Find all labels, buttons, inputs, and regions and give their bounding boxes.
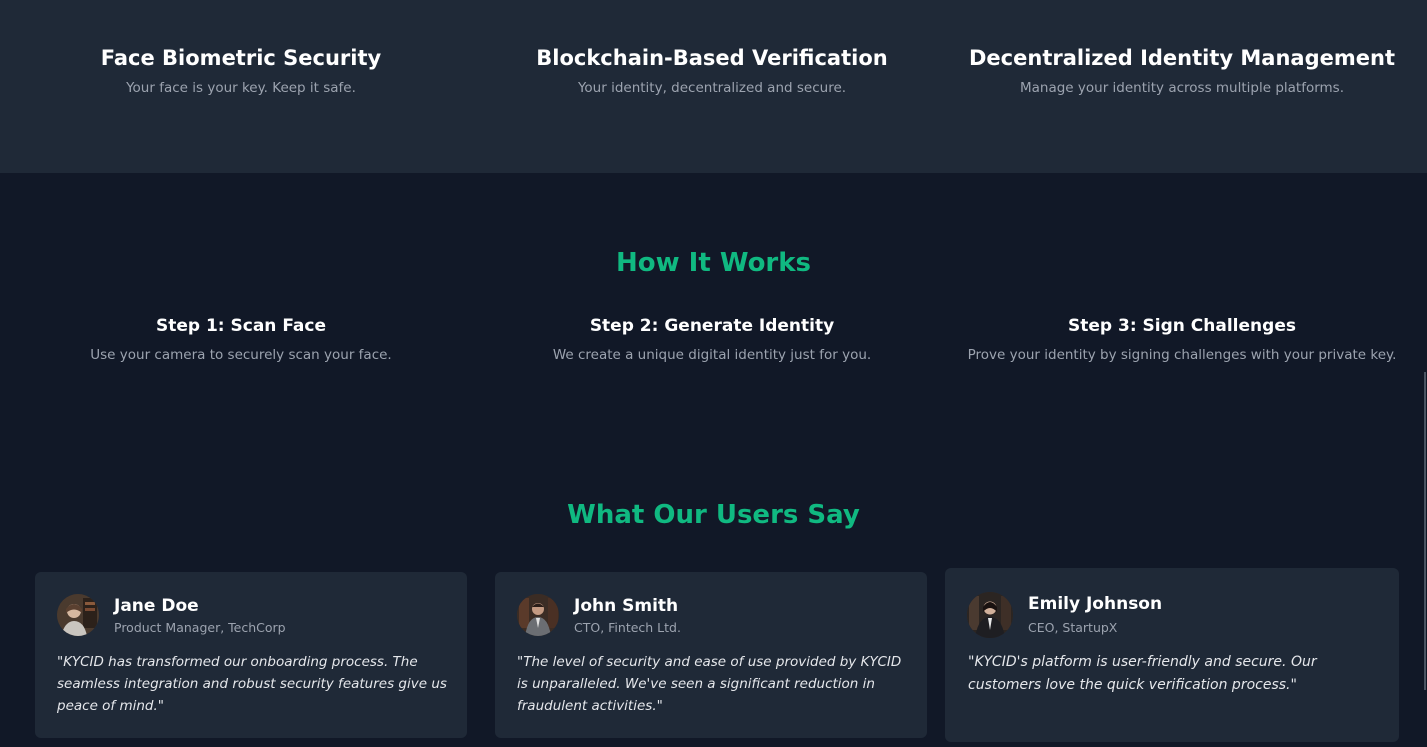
feature-title: Blockchain-Based Verification [536,46,888,70]
step-sign-challenges: Step 3: Sign Challenges Prove your ident… [952,314,1412,364]
reviewer-name: Emily Johnson [1028,594,1163,614]
reviewer-role: CTO, Fintech Ltd. [574,620,681,635]
reviewer-role: CEO, StartupX [1028,620,1118,635]
page: Face Biometric Security Your face is you… [0,0,1427,747]
step-title: Step 1: Scan Face [155,316,327,336]
avatar [57,594,99,636]
testimonial-card: Emily Johnson CEO, StartupX "KYCID's pla… [945,568,1399,742]
feature-title: Face Biometric Security [100,46,382,70]
step-title: Step 3: Sign Challenges [1068,316,1296,336]
testimonial-quote: "KYCID has transformed our onboarding pr… [57,654,447,714]
testimonial-card: John Smith CTO, Fintech Ltd. "The level … [495,572,927,738]
step-title: Step 2: Generate Identity [589,316,835,336]
step-description: We create a unique digital identity just… [552,347,872,363]
feature-decentralized-identity: Decentralized Identity Management Manage… [942,44,1422,97]
feature-description: Your identity, decentralized and secure. [577,80,847,96]
avatar-photo-icon [517,594,559,636]
reviewer-name: Jane Doe [114,596,199,616]
feature-title: Decentralized Identity Management [969,46,1395,70]
avatar [967,592,1013,638]
testimonials-heading: What Our Users Say [567,500,860,530]
step-generate-identity: Step 2: Generate Identity We create a un… [482,314,942,364]
step-description: Prove your identity by signing challenge… [967,347,1397,363]
avatar [517,594,559,636]
feature-description: Your face is your key. Keep it safe. [126,80,356,96]
feature-description: Manage your identity across multiple pla… [1019,80,1345,96]
testimonial-quote: "KYCID's platform is user-friendly and s… [968,654,1317,693]
avatar-photo-icon [967,592,1013,638]
reviewer-name: John Smith [574,596,679,616]
step-scan-face: Step 1: Scan Face Use your camera to sec… [11,314,471,364]
feature-face-biometric: Face Biometric Security Your face is you… [1,44,481,97]
step-description: Use your camera to securely scan your fa… [90,347,392,363]
testimonial-quote: "The level of security and ease of use p… [517,654,902,714]
scrollbar[interactable] [1424,372,1426,690]
how-it-works-heading: How It Works [615,248,812,278]
avatar-photo-icon [57,594,99,636]
testimonial-card: Jane Doe Product Manager, TechCorp "KYCI… [35,572,467,738]
reviewer-role: Product Manager, TechCorp [114,620,286,635]
features-section: Face Biometric Security Your face is you… [0,0,1427,173]
feature-blockchain-verification: Blockchain-Based Verification Your ident… [472,44,952,97]
